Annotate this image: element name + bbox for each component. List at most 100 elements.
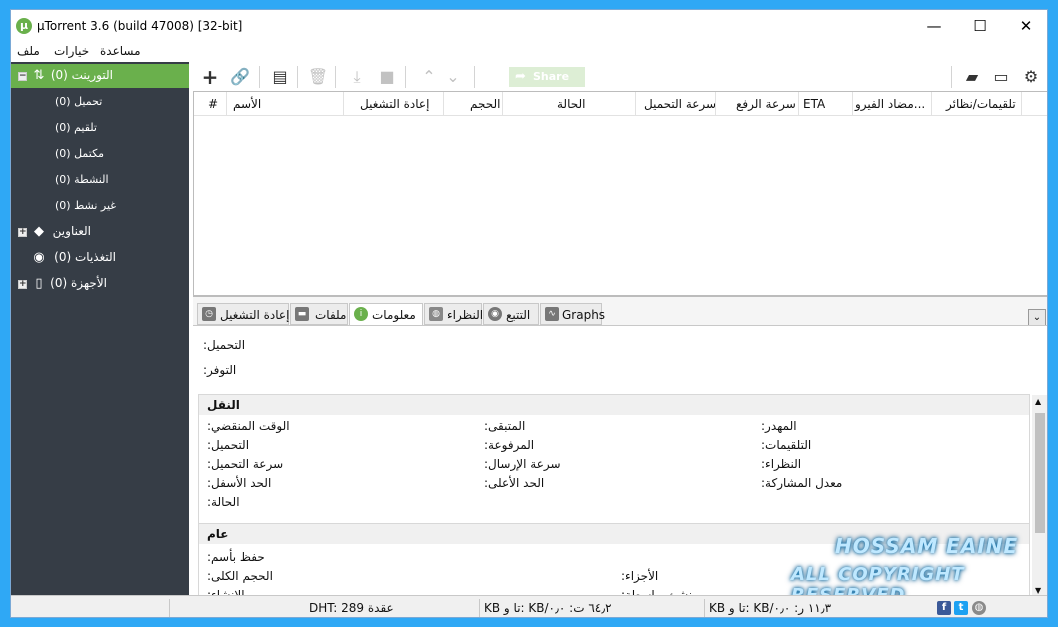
toolbar-divider xyxy=(474,66,475,88)
tab-label: النظراء xyxy=(447,308,484,322)
scrollbar-thumb[interactable] xyxy=(1035,413,1045,533)
column-playback[interactable]: إعادة التشغيل xyxy=(343,92,443,116)
info-icon: i xyxy=(354,307,368,321)
window-title: µTorrent 3.6 (build 47008) [32-bit] xyxy=(37,19,243,33)
remaining-label: :المتبقى xyxy=(484,419,526,433)
minimize-button[interactable]: — xyxy=(911,10,957,42)
expand-toggle-icon[interactable]: + xyxy=(18,228,27,237)
sidebar-item-label: (0) تلقيم xyxy=(55,121,97,134)
tab-info[interactable]: i معلومات xyxy=(349,303,423,326)
scroll-up-icon[interactable]: ▲ xyxy=(1035,397,1041,406)
dht-status: DHT: 289 عقدة xyxy=(309,601,394,615)
menu-help[interactable]: مساعدة xyxy=(100,44,141,58)
tab-label: إعادة التشغيل xyxy=(220,308,290,322)
menu-options[interactable]: خيارات xyxy=(54,44,89,58)
torrent-list[interactable]: # الأسم إعادة التشغيل الحجم الحالة سرعة … xyxy=(193,91,1047,296)
sidebar: − ⇅ التورينت (0) (0) تحميل (0) تلقيم (0)… xyxy=(11,62,189,595)
collapse-toggle-icon[interactable]: − xyxy=(18,72,27,81)
toolbar-divider xyxy=(405,66,406,88)
down-limit-label: :الحد الأسفل xyxy=(207,476,272,490)
tab-trackers[interactable]: ◉ التتبع xyxy=(483,303,539,325)
start-download-icon[interactable]: ⤓ xyxy=(346,66,368,88)
tab-label: Graphs xyxy=(562,308,606,322)
settings-gear-icon[interactable]: ⚙ xyxy=(1020,66,1042,88)
share-label: Share xyxy=(533,70,570,83)
toolbar-divider xyxy=(335,66,336,88)
column-antivirus[interactable]: مضاد الفيرو... xyxy=(852,92,931,116)
status-label: :الحالة xyxy=(207,495,240,509)
sidebar-item-label: التغذيات (0) xyxy=(54,250,116,264)
sidebar-item-feeds[interactable]: ◉ التغذيات (0) xyxy=(11,246,189,270)
sidebar-item-label: العناوين xyxy=(52,224,91,238)
column-name[interactable]: الأسم xyxy=(226,92,343,116)
status-divider xyxy=(169,599,170,617)
peers-icon: ◍ xyxy=(429,307,443,321)
sidebar-item-torrents[interactable]: − ⇅ التورينت (0) xyxy=(11,64,189,88)
create-torrent-icon[interactable]: ▤ xyxy=(269,66,291,88)
seeds-label: :التلقيمات xyxy=(761,438,812,452)
add-link-icon[interactable]: 🔗 xyxy=(229,66,251,88)
tab-files[interactable]: ▬ ملفات xyxy=(290,303,348,325)
maximize-button[interactable]: ☐ xyxy=(957,10,1003,42)
expand-toggle-icon[interactable]: + xyxy=(18,280,27,289)
section-title: عام xyxy=(207,527,229,541)
twitter-icon[interactable]: t xyxy=(954,601,968,615)
sidebar-item-label: التورينت (0) xyxy=(50,68,113,82)
column-seeds-peers[interactable]: تلقيمات/نظائر xyxy=(931,92,1021,116)
tab-label: التتبع xyxy=(506,308,531,322)
tab-label: ملفات xyxy=(315,308,347,322)
share-button[interactable]: ➦ Share xyxy=(509,67,585,87)
remote-monitor-icon[interactable]: ▭ xyxy=(990,66,1012,88)
sidebar-item-seeding[interactable]: (0) تلقيم xyxy=(11,116,189,140)
downloaded-total-label: :التحميل xyxy=(207,438,250,452)
watermark-line1: HOSSAM EAINE xyxy=(835,534,1019,558)
tab-graphs[interactable]: ∿ Graphs xyxy=(540,303,606,325)
status-bar: f t ◍ DHT: 289 عقدة KB تا و: KB/٦٤٫٢ ت: … xyxy=(11,595,1047,617)
close-button[interactable]: ✕ xyxy=(1003,10,1047,42)
move-up-icon[interactable]: ⌃ xyxy=(418,66,440,88)
transfer-arrows-icon: ⇅ xyxy=(33,68,45,83)
chat-icon[interactable]: ▰ xyxy=(961,66,983,88)
availability-label: :التوفر xyxy=(203,363,237,377)
upload-speed-label: :سرعة الإرسال xyxy=(484,457,561,471)
sidebar-item-label: (0) غير نشط xyxy=(55,199,117,212)
download-speed-label: :سرعة التحميل xyxy=(207,457,284,471)
sidebar-item-completed[interactable]: (0) مكتمل xyxy=(11,142,189,166)
column-upload-speed[interactable]: سرعة الرفع xyxy=(715,92,798,116)
utorrent-logo-icon: µ xyxy=(16,18,32,34)
stop-icon[interactable]: ■ xyxy=(376,66,398,88)
sidebar-item-inactive[interactable]: (0) غير نشط xyxy=(11,194,189,218)
menu-file[interactable]: ملف xyxy=(17,44,40,58)
folder-icon: ▬ xyxy=(295,307,309,321)
share-ratio-label: :معدل المشاركة xyxy=(761,476,843,490)
sidebar-item-downloading[interactable]: (0) تحميل xyxy=(11,90,189,114)
column-eta[interactable]: ETA xyxy=(798,92,852,116)
facebook-icon[interactable]: f xyxy=(937,601,951,615)
sidebar-item-devices[interactable]: + ▯ الأجهزة (0) xyxy=(11,272,189,296)
status-divider xyxy=(479,599,480,617)
downloaded-label: :التحميل xyxy=(203,338,246,352)
sidebar-item-active[interactable]: (0) النشطة xyxy=(11,168,189,192)
transfer-header: النقل xyxy=(199,395,1029,415)
transfer-section: النقل :الوقت المنقضي :المتبقى :المهدر :ا… xyxy=(198,394,1030,524)
add-torrent-icon[interactable]: + xyxy=(199,66,221,88)
tab-peers[interactable]: ◍ النظراء xyxy=(424,303,484,325)
column-status[interactable]: الحالة xyxy=(502,92,635,116)
tab-playback[interactable]: ◷ إعادة التشغيل xyxy=(197,303,289,325)
sidebar-item-label: (0) تحميل xyxy=(55,95,103,108)
column-download-speed[interactable]: سرعة التحميل xyxy=(635,92,716,116)
column-number[interactable]: # xyxy=(208,92,226,116)
toolbar-divider xyxy=(297,66,298,88)
column-size[interactable]: الحجم xyxy=(443,92,502,116)
column-filler xyxy=(1021,92,1047,116)
peers-label: :النظراء xyxy=(761,457,802,471)
sidebar-item-labels[interactable]: + ◆ العناوين xyxy=(11,220,189,244)
web-globe-icon[interactable]: ◍ xyxy=(972,601,986,615)
move-down-icon[interactable]: ⌄ xyxy=(442,66,464,88)
pieces-label: :الأجزاء xyxy=(621,569,659,583)
utorrent-window: µ µTorrent 3.6 (build 47008) [32-bit] — … xyxy=(10,9,1048,618)
up-limit-label: :الحد الأعلى xyxy=(484,476,545,490)
tag-icon: ◆ xyxy=(34,224,44,239)
remove-icon[interactable]: 🗑 xyxy=(307,66,329,88)
status-divider xyxy=(704,599,705,617)
